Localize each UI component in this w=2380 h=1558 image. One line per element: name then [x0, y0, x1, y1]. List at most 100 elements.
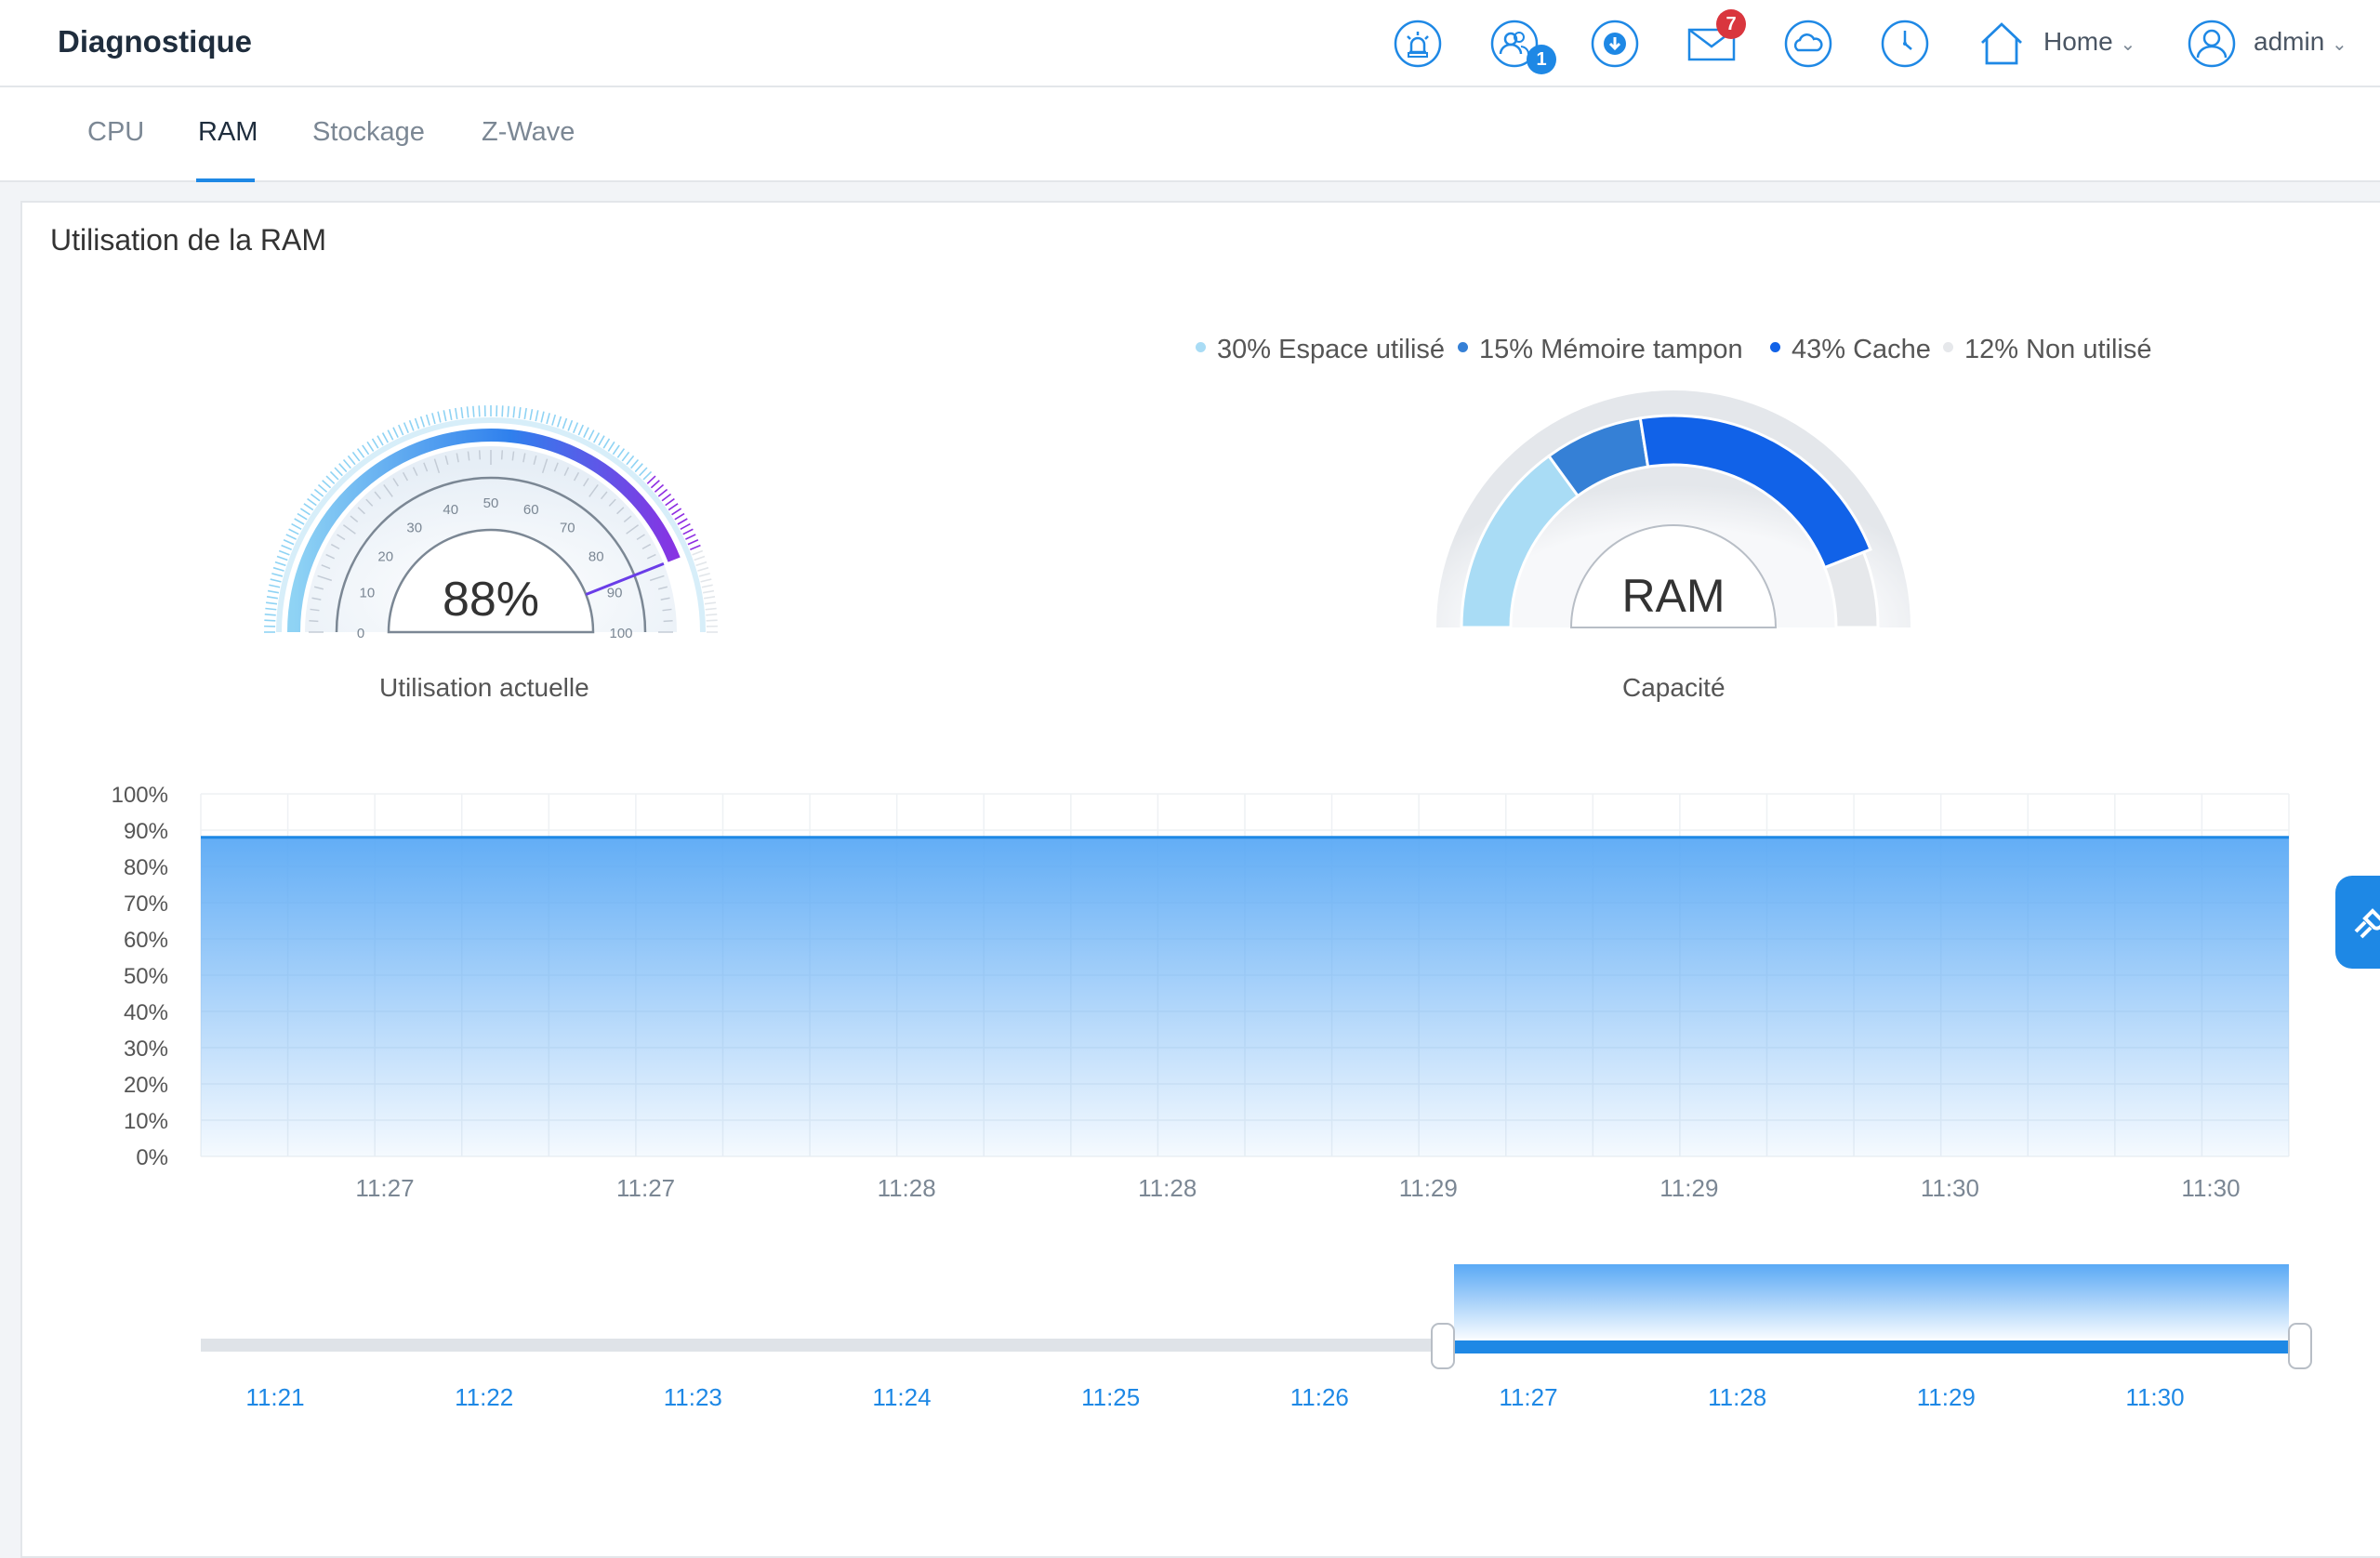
legend-dot	[1458, 342, 1468, 352]
gauge-outer-tick	[707, 620, 718, 621]
gauge-outer-tick	[269, 585, 280, 587]
navigator-time-label: 11:23	[664, 1383, 722, 1411]
download-icon[interactable]	[1590, 19, 1640, 69]
gauge-outer-tick	[388, 430, 392, 441]
mail-count-badge: 7	[1716, 9, 1746, 39]
gauge-outer-tick	[265, 608, 276, 609]
clock-icon[interactable]	[1880, 19, 1930, 69]
y-axis-tick-label: 0%	[136, 1145, 168, 1170]
tab-cpu[interactable]: CPU	[87, 117, 144, 148]
gauge-outer-tick	[668, 504, 678, 510]
navigator-time-label: 11:29	[1917, 1383, 1976, 1411]
gauge-outer-tick	[268, 591, 279, 593]
floating-action-button[interactable]	[2335, 876, 2380, 969]
legend-label: 30% Espace utilisé	[1217, 335, 1445, 364]
gauge-outer-tick	[508, 406, 509, 417]
top-header: Diagnostique 1 7 Home ⌄ admin ⌄	[0, 0, 2380, 87]
gauge-outer-tick	[330, 471, 337, 479]
gauge-outer-tick	[438, 412, 441, 423]
gauge-outer-tick	[640, 468, 647, 476]
tab-zwave[interactable]: Z-Wave	[482, 117, 575, 148]
gauge-outer-tick	[265, 614, 276, 615]
y-axis-tick-label: 40%	[124, 1000, 168, 1025]
gauge-outer-tick	[282, 546, 292, 550]
gauge-outer-tick	[558, 416, 562, 427]
gauge-outer-tick	[271, 574, 283, 576]
gauge-outer-tick	[427, 415, 430, 426]
legend-dot	[1770, 342, 1780, 352]
gauge-inner-tick	[480, 450, 481, 459]
gauge-outer-tick	[599, 436, 604, 445]
x-axis-tick-label: 11:28	[1138, 1174, 1197, 1202]
gauge-outer-tick	[377, 436, 383, 445]
y-axis-tick-label: 20%	[124, 1073, 168, 1098]
tab-stockage[interactable]: Stockage	[312, 117, 425, 148]
legend-dot	[1196, 342, 1206, 352]
gauge-tick-label: 90	[607, 586, 623, 601]
gauge-outer-tick	[547, 413, 549, 424]
gauge-outer-tick	[410, 420, 414, 430]
gauge-tick-label: 50	[483, 495, 499, 511]
gauge-outer-tick	[701, 579, 712, 582]
capacity-gauge: RAM	[1413, 381, 1934, 641]
capacity-gauge-label: RAM	[1621, 570, 1725, 622]
navigator-time-label: 11:28	[1708, 1383, 1766, 1411]
y-axis-tick-label: 60%	[124, 928, 168, 953]
page-title: Diagnostique	[58, 24, 252, 59]
navigator-time-label: 11:21	[245, 1383, 304, 1411]
home-icon[interactable]	[1977, 19, 2027, 69]
x-axis-tick-label: 11:30	[2181, 1174, 2240, 1202]
user-icon[interactable]	[2187, 19, 2237, 69]
gauge-outer-tick	[678, 519, 687, 524]
gauge-outer-tick	[705, 602, 716, 604]
gauge-outer-tick	[292, 524, 302, 530]
gauge-outer-tick	[266, 602, 277, 604]
gauge-outer-tick	[702, 585, 713, 587]
gauge-outer-tick	[513, 406, 514, 417]
gauge-outer-tick	[696, 562, 707, 566]
gauge-outer-tick	[467, 406, 468, 417]
user-menu[interactable]: admin ⌄	[2254, 27, 2347, 57]
legend-item-buffer: 15% Mémoire tampon	[1458, 335, 1743, 365]
navigator-right-handle[interactable]	[2289, 1324, 2311, 1368]
weather-icon[interactable]	[1783, 19, 1833, 69]
gauge-outer-tick	[323, 481, 331, 488]
alarm-icon[interactable]	[1393, 19, 1443, 69]
y-axis-tick-label: 80%	[124, 855, 168, 880]
gauge-outer-tick	[690, 546, 700, 550]
gauge-outer-tick	[594, 433, 600, 443]
gauge-outer-tick	[473, 406, 474, 417]
home-selector[interactable]: Home ⌄	[2043, 27, 2135, 57]
gauge-outer-tick	[574, 423, 578, 433]
gauge-outer-tick	[289, 529, 299, 534]
gauge-outer-tick	[662, 494, 671, 500]
navigator-left-handle[interactable]	[1432, 1324, 1454, 1368]
gauge-outer-tick	[613, 445, 619, 455]
tab-ram[interactable]: RAM	[198, 117, 258, 148]
gauge-outer-tick	[693, 551, 703, 555]
gauge-outer-tick	[298, 514, 307, 520]
gauge-inner-tick	[502, 450, 503, 459]
gauge-outer-tick	[273, 568, 284, 571]
gauge-outer-tick	[502, 405, 503, 416]
gauge-outer-tick	[672, 508, 681, 515]
legend-label: 43% Cache	[1792, 335, 1931, 364]
y-axis-tick-label: 100%	[112, 783, 168, 808]
time-range-navigator[interactable]: 11:2111:2211:2311:2411:2511:2611:2711:28…	[0, 1246, 2380, 1413]
y-axis-tick-label: 90%	[124, 819, 168, 844]
gauge-outer-tick	[286, 535, 297, 539]
ram-usage-area-chart: 0%10%20%30%40%50%60%70%80%90%100% 11:271…	[0, 762, 2324, 1283]
legend-label: 12% Non utilisé	[1964, 335, 2152, 364]
tab-bar: CPU RAM Stockage Z-Wave	[0, 87, 2380, 182]
gauge-outer-tick	[541, 412, 544, 423]
gauge-outer-tick	[697, 568, 708, 571]
gauge-outer-tick	[699, 574, 710, 576]
gauge-outer-tick	[568, 420, 572, 430]
gauge-outer-tick	[275, 562, 285, 566]
gauge-outer-tick	[399, 425, 403, 435]
chevron-down-icon: ⌄	[2120, 34, 2135, 55]
gauge-outer-tick	[552, 415, 555, 426]
gauge-outer-tick	[300, 508, 310, 515]
gauge-outer-tick	[352, 452, 359, 461]
gauge-outer-tick	[643, 471, 651, 479]
